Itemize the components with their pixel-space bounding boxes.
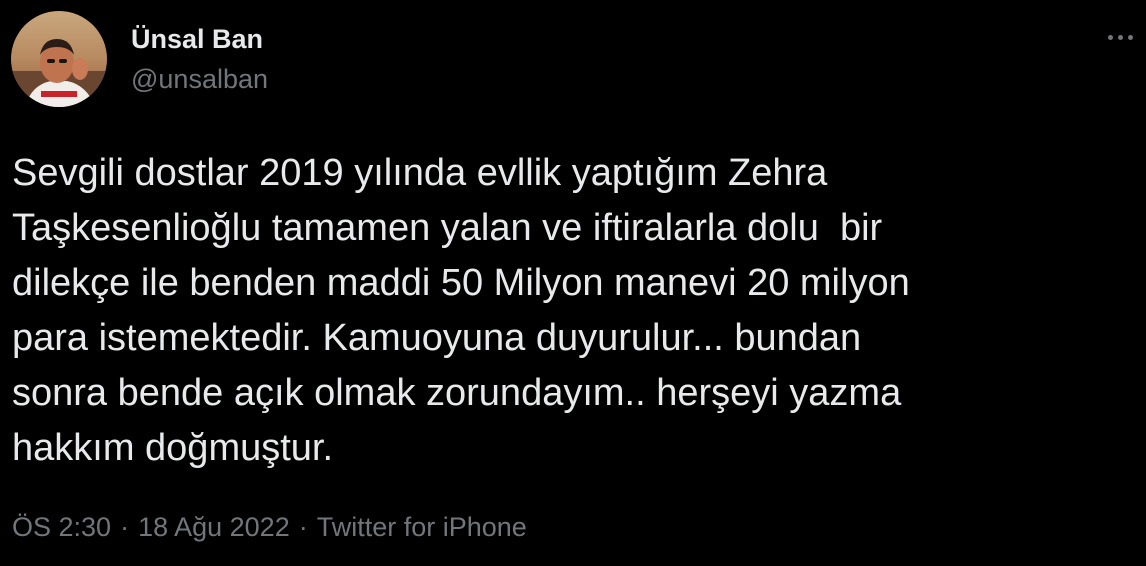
- separator: ·: [298, 512, 308, 542]
- more-options-button[interactable]: [1100, 22, 1140, 52]
- more-horizontal-icon: [1117, 34, 1123, 40]
- user-display-name[interactable]: Ünsal Ban: [131, 24, 263, 55]
- avatar[interactable]: [11, 11, 107, 107]
- tweet-source[interactable]: Twitter for iPhone: [317, 512, 527, 542]
- more-horizontal-icon: [1127, 34, 1133, 40]
- tweet-text-line: dilekçe ile benden maddi 50 Milyon manev…: [12, 262, 910, 304]
- tweet-text-line: hakkım doğmuştur.: [12, 427, 334, 469]
- tweet-text-line: Taşkesenlioğlu tamamen yalan ve iftirala…: [12, 207, 883, 249]
- tweet-date[interactable]: 18 Ağu 2022: [138, 512, 290, 542]
- profile-photo: [11, 11, 107, 107]
- tweet-text-line: Sevgili dostlar 2019 yılında evllik yapt…: [12, 152, 828, 194]
- user-handle[interactable]: @unsalban: [131, 64, 268, 95]
- tweet-card: Ünsal Ban @unsalban Sevgili dostlar 2019…: [0, 0, 1146, 566]
- tweet-text-line: para istemektedir. Kamuoyuna duyurulur..…: [12, 317, 862, 359]
- tweet-text: Sevgili dostlar 2019 yılında evllik yapt…: [12, 146, 1132, 476]
- tweet-text-line: sonra bende açık olmak zorundayım.. herş…: [12, 372, 902, 414]
- more-horizontal-icon: [1107, 34, 1113, 40]
- separator: ·: [120, 512, 130, 542]
- tweet-metadata: ÖS 2:30 · 18 Ağu 2022 · Twitter for iPhone: [12, 512, 527, 543]
- tweet-time[interactable]: ÖS 2:30: [12, 512, 111, 542]
